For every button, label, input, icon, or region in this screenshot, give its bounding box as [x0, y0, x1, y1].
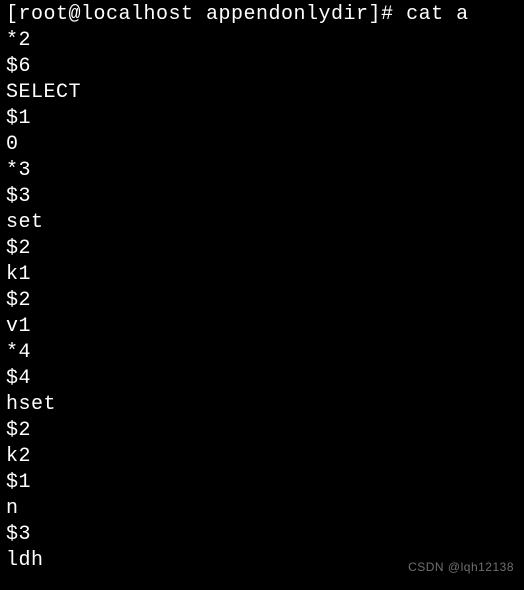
watermark-text: CSDN @lqh12138 — [408, 560, 514, 576]
output-line: $1 — [6, 106, 518, 132]
output-line: *4 — [6, 340, 518, 366]
output-line: $6 — [6, 54, 518, 80]
output-line: *2 — [6, 28, 518, 54]
output-line: $3 — [6, 522, 518, 548]
output-line: n — [6, 496, 518, 522]
output-line: k2 — [6, 444, 518, 470]
output-line: *3 — [6, 158, 518, 184]
output-line: $4 — [6, 366, 518, 392]
output-line: SELECT — [6, 80, 518, 106]
output-line: hset — [6, 392, 518, 418]
prompt-line: [root@localhost appendonlydir]# cat a — [6, 2, 518, 28]
output-line: $2 — [6, 418, 518, 444]
output-line: $2 — [6, 288, 518, 314]
terminal-output: [root@localhost appendonlydir]# cat a *2… — [6, 2, 518, 574]
output-line: set — [6, 210, 518, 236]
output-line: v1 — [6, 314, 518, 340]
output-line: $1 — [6, 470, 518, 496]
output-line: 0 — [6, 132, 518, 158]
output-line: k1 — [6, 262, 518, 288]
output-line: $2 — [6, 236, 518, 262]
output-line: $3 — [6, 184, 518, 210]
